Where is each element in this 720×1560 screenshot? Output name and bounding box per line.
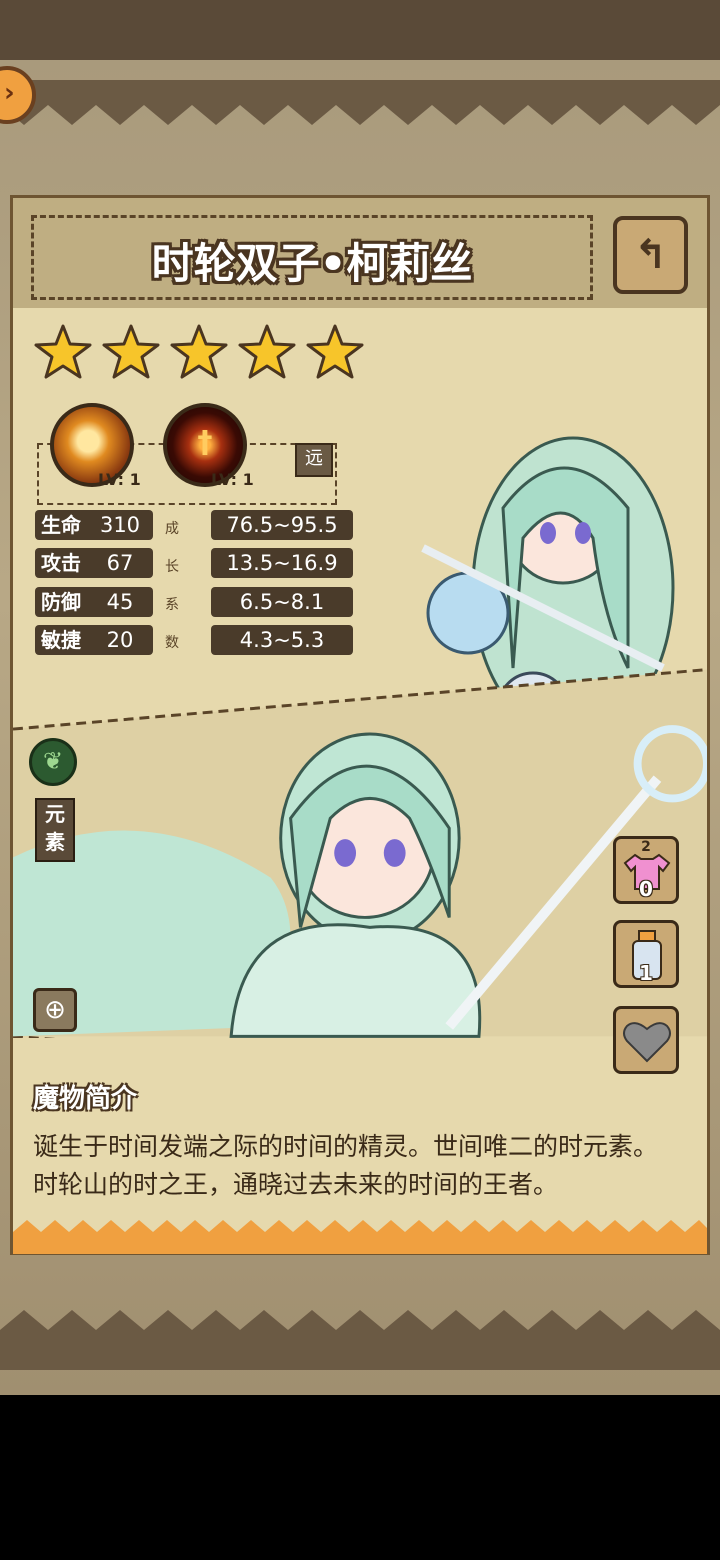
zigzag-border-top	[0, 80, 720, 125]
return-icon: ↰	[633, 232, 668, 278]
magnifier-icon: ⊕	[44, 995, 66, 1025]
sword-icon: †	[197, 425, 213, 460]
description-title: 魔物简介	[33, 1084, 138, 1114]
monster-name: 时轮双子•柯莉丝	[151, 239, 473, 288]
bottle-button[interactable]: 1	[613, 920, 679, 988]
element-label: 元素	[35, 798, 75, 862]
heart-icon	[623, 1022, 671, 1063]
growth-label-char: 成	[165, 521, 179, 537]
stat-row-agility: 敏捷 20 4.3~5.3	[35, 625, 353, 655]
arrow-icon: ›	[4, 78, 15, 108]
growth-value: 4.3~5.3	[211, 625, 353, 655]
costume-button[interactable]: 2 0	[613, 836, 679, 904]
growth-label-char: 数	[165, 635, 179, 651]
stat-label: 敏捷	[35, 625, 87, 655]
zoom-button[interactable]: ⊕	[33, 988, 77, 1032]
stat-row-hp: 生命 310 76.5~95.5	[35, 510, 353, 540]
monster-detail-screen: › 时轮双子•柯莉丝 ↰ LV: 1 † LV: 1 远 生命 310 76.5…	[0, 0, 720, 1395]
leaf-icon: ❦	[42, 747, 64, 775]
return-button[interactable]: ↰	[613, 216, 688, 294]
stat-label: 攻击	[35, 548, 87, 578]
star-icon	[170, 324, 228, 379]
stat-row-defense: 防御 45 6.5~8.1	[35, 587, 353, 617]
panel-bottom-zigzag	[13, 1220, 707, 1254]
star-icon	[34, 324, 92, 379]
stat-label: 生命	[35, 510, 87, 540]
stat-row-attack: 攻击 67 13.5~16.9	[35, 548, 353, 578]
growth-label-char: 长	[165, 559, 179, 575]
skill-2-level: LV: 1	[211, 470, 254, 489]
title-frame: 时轮双子•柯莉丝	[31, 215, 593, 300]
bottle-count: 1	[639, 961, 653, 985]
costume-count: 0	[639, 877, 653, 901]
zigzag-border-bottom	[0, 1310, 720, 1370]
star-icon	[306, 324, 364, 379]
stat-value: 67	[87, 548, 153, 578]
growth-value: 6.5~8.1	[211, 587, 353, 617]
growth-label-char: 系	[165, 597, 179, 613]
star-icon	[238, 324, 296, 379]
description-text: 诞生于时间发端之际的时间的精灵。世间唯二的时元素。时轮山的时之王，通晓过去未来的…	[33, 1132, 659, 1199]
range-badge: 远	[295, 443, 333, 477]
stat-label: 防御	[35, 587, 87, 617]
element-icon[interactable]: ❦	[29, 738, 77, 786]
star-icon	[102, 324, 160, 379]
heart-button[interactable]	[613, 1006, 679, 1074]
growth-value: 13.5~16.9	[211, 548, 353, 578]
panel-divider	[13, 668, 707, 1038]
stat-value: 20	[87, 625, 153, 655]
monster-card-panel: 时轮双子•柯莉丝 ↰ LV: 1 † LV: 1 远 生命 310 76.5~9…	[10, 195, 710, 1255]
growth-value: 76.5~95.5	[211, 510, 353, 540]
skill-1-level: LV: 1	[98, 470, 141, 489]
stat-value: 310	[87, 510, 153, 540]
stat-value: 45	[87, 587, 153, 617]
